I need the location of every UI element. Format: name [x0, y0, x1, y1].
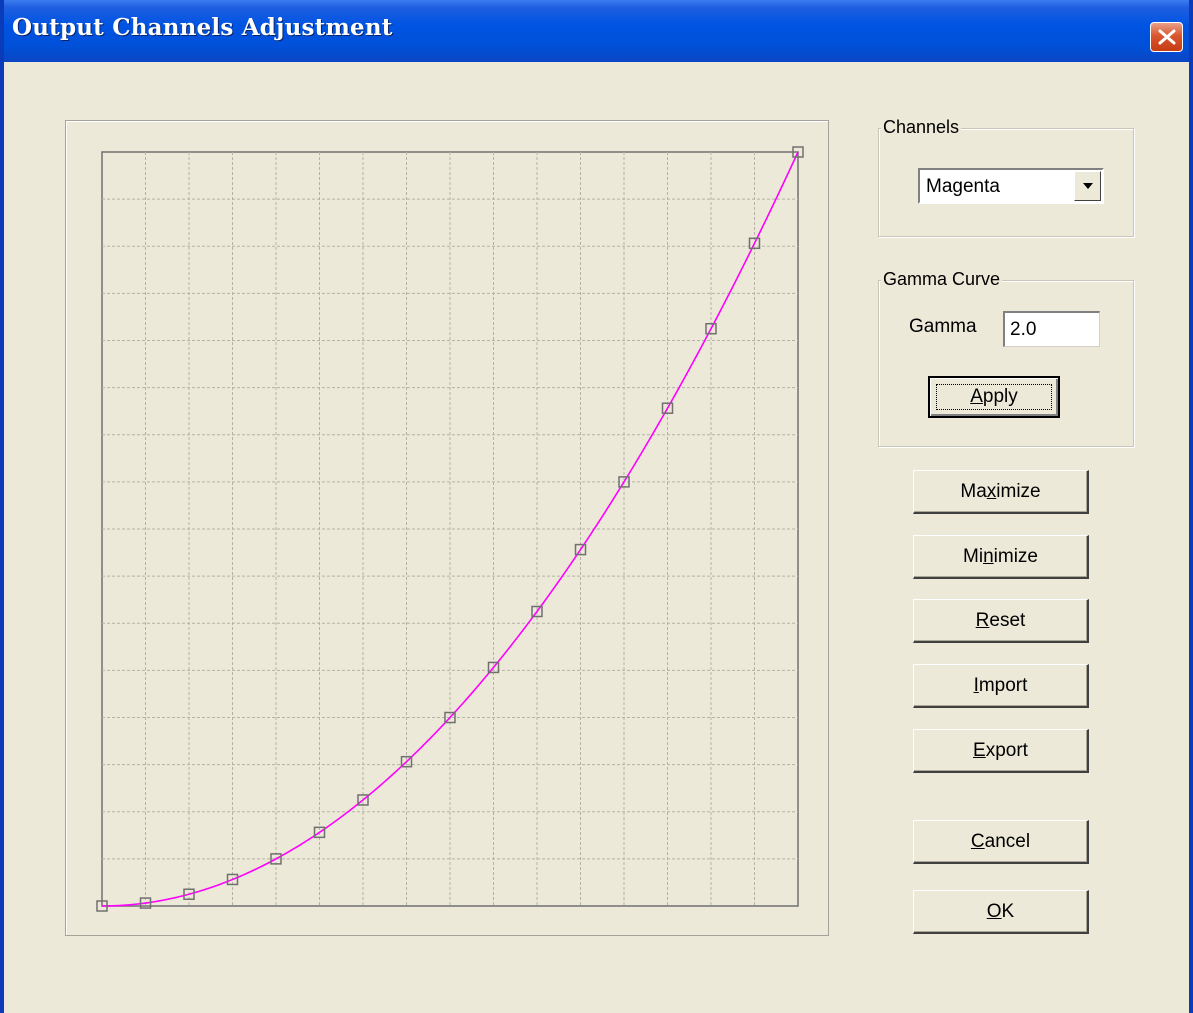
reset-button-label: Reset [975, 609, 1026, 631]
import-button[interactable]: Import [913, 664, 1089, 708]
ok-button[interactable]: OK [913, 890, 1089, 934]
output-channels-dialog: Output Channels Adjustment Channels Mage… [0, 0, 1193, 1013]
chevron-down-icon [1083, 183, 1093, 189]
minimize-button[interactable]: Minimize [913, 535, 1089, 579]
window-title: Output Channels Adjustment [12, 14, 393, 41]
import-button-label: Import [973, 674, 1028, 696]
cancel-button[interactable]: Cancel [913, 820, 1089, 864]
close-button[interactable] [1150, 22, 1183, 52]
export-button-label: Export [973, 739, 1028, 761]
reset-button[interactable]: Reset [913, 599, 1089, 643]
gamma-curve-group-label: Gamma Curve [881, 268, 1003, 290]
focus-rect [936, 384, 1052, 410]
gamma-label: Gamma [909, 316, 977, 337]
gamma-curve-group: Gamma Curve [878, 268, 1134, 447]
cancel-button-label: Cancel [970, 830, 1031, 852]
ok-button-label: OK [986, 900, 1015, 922]
gamma-input[interactable]: 2.0 [1003, 311, 1100, 347]
minimize-button-label: Minimize [963, 545, 1038, 567]
gamma-curve-plot[interactable] [96, 146, 804, 912]
channels-select-value: Magenta [926, 176, 1000, 197]
apply-button[interactable]: Apply [928, 376, 1060, 418]
maximize-button[interactable]: Maximize [913, 470, 1089, 514]
channels-select[interactable]: Magenta [918, 168, 1104, 204]
export-button[interactable]: Export [913, 729, 1089, 773]
dropdown-arrow-button[interactable] [1074, 171, 1101, 201]
channels-group-label: Channels [881, 116, 962, 138]
close-x-icon [1158, 29, 1176, 45]
maximize-button-label: Maximize [960, 480, 1041, 502]
title-bar[interactable]: Output Channels Adjustment [4, 0, 1189, 62]
